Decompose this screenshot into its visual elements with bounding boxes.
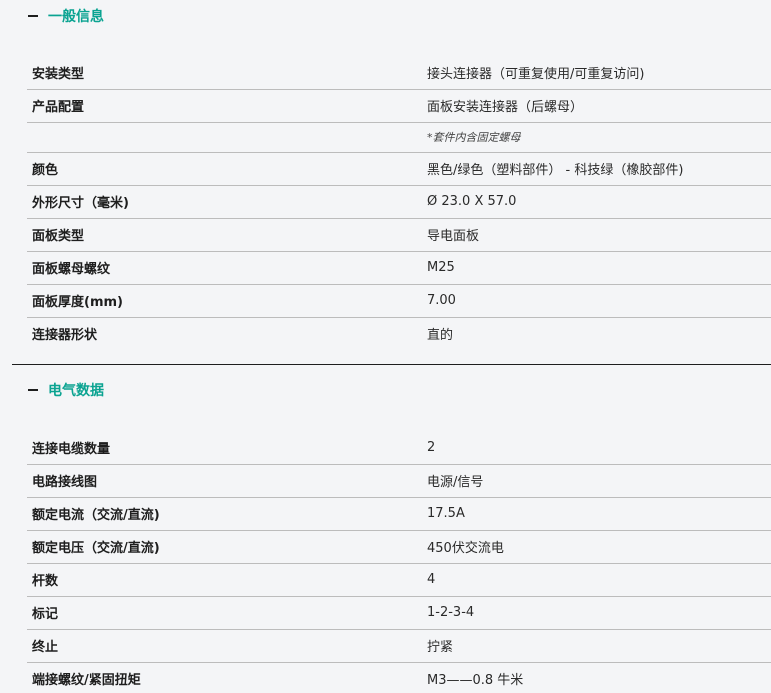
spec-label: 产品配置	[27, 89, 427, 123]
spec-value: Ø 23.0 X 57.0	[427, 185, 771, 219]
spec-label: 安装类型	[27, 56, 427, 90]
spec-row: 产品配置 面板安装连接器（后螺母）	[27, 89, 771, 123]
spec-value: 4	[427, 563, 771, 597]
spec-value: M25	[427, 251, 771, 285]
spec-label: 额定电压（交流/直流)	[27, 530, 427, 564]
spec-value: 电源/信号	[427, 464, 771, 498]
spec-value: M3——0.8 牛米	[427, 662, 771, 693]
spec-label: 外形尺寸（毫米)	[27, 185, 427, 219]
spec-label: 面板螺母螺纹	[27, 251, 427, 285]
collapse-icon	[28, 15, 38, 17]
section-toggle-general[interactable]: 一般信息	[28, 6, 104, 26]
collapse-icon	[28, 389, 38, 391]
electrical-spec-table: 连接电缆数量 2 电路接线图 电源/信号 额定电流（交流/直流) 17.5A 额…	[27, 431, 771, 693]
spec-value: 导电面板	[427, 218, 771, 252]
general-spec-table: 安装类型 接头连接器（可重复使用/可重复访问) 产品配置 面板安装连接器（后螺母…	[27, 56, 771, 349]
spec-row: 面板厚度(mm) 7.00	[27, 284, 771, 318]
spec-label: 额定电流（交流/直流)	[27, 497, 427, 531]
product-spec-page: 一般信息 安装类型 接头连接器（可重复使用/可重复访问) 产品配置 面板安装连接…	[0, 0, 771, 693]
spec-value: 接头连接器（可重复使用/可重复访问)	[427, 56, 771, 90]
spec-label: 端接螺纹/紧固扭矩	[27, 662, 427, 693]
spec-row: 额定电压（交流/直流) 450伏交流电	[27, 530, 771, 564]
spec-value: 450伏交流电	[427, 530, 771, 564]
section-title-electrical: 电气数据	[48, 383, 104, 399]
spec-value: 直的	[427, 327, 454, 343]
spec-row: 面板螺母螺纹 M25	[27, 251, 771, 285]
spec-value: 面板安装连接器（后螺母）	[427, 89, 771, 123]
section-toggle-electrical[interactable]: 电气数据	[28, 380, 104, 400]
spec-label: 电路接线图	[27, 464, 427, 498]
spec-label: 终止	[27, 629, 427, 663]
spec-row: 连接电缆数量 2	[27, 431, 771, 465]
spec-value: 1-2-3-4	[427, 596, 771, 630]
spec-row: 连接器形状 直的	[27, 317, 771, 349]
spec-value: 拧紧	[427, 629, 771, 663]
spec-row: 标记 1-2-3-4	[27, 596, 771, 630]
spec-note: *套件内含固定螺母	[427, 122, 771, 153]
spec-row: 外形尺寸（毫米) Ø 23.0 X 57.0	[27, 185, 771, 219]
spec-row: 端接螺纹/紧固扭矩 M3——0.8 牛米	[27, 662, 771, 693]
spec-label	[27, 122, 427, 153]
spec-label: 连接电缆数量	[27, 431, 427, 465]
spec-label: 连接器形状	[32, 327, 98, 343]
spec-value: 黑色/绿色（塑料部件） - 科技绿（橡胶部件)	[427, 152, 771, 186]
spec-row: 终止 拧紧	[27, 629, 771, 663]
spec-row: 电路接线图 电源/信号	[27, 464, 771, 498]
spec-value: 2	[427, 431, 771, 465]
spec-label: 面板厚度(mm)	[27, 284, 427, 318]
spec-label: 标记	[27, 596, 427, 630]
spec-row: 杆数 4	[27, 563, 771, 597]
spec-row: 额定电流（交流/直流) 17.5A	[27, 497, 771, 531]
spec-label: 面板类型	[27, 218, 427, 252]
spec-value: 7.00	[427, 284, 771, 318]
spec-value: 17.5A	[427, 497, 771, 531]
spec-label: 颜色	[27, 152, 427, 186]
spec-row: *套件内含固定螺母	[27, 122, 771, 153]
spec-row: 安装类型 接头连接器（可重复使用/可重复访问)	[27, 56, 771, 90]
spec-row: 颜色 黑色/绿色（塑料部件） - 科技绿（橡胶部件)	[27, 152, 771, 186]
section-divider	[12, 364, 771, 365]
spec-row: 面板类型 导电面板	[27, 218, 771, 252]
section-title-general: 一般信息	[48, 9, 104, 25]
spec-label: 杆数	[27, 563, 427, 597]
